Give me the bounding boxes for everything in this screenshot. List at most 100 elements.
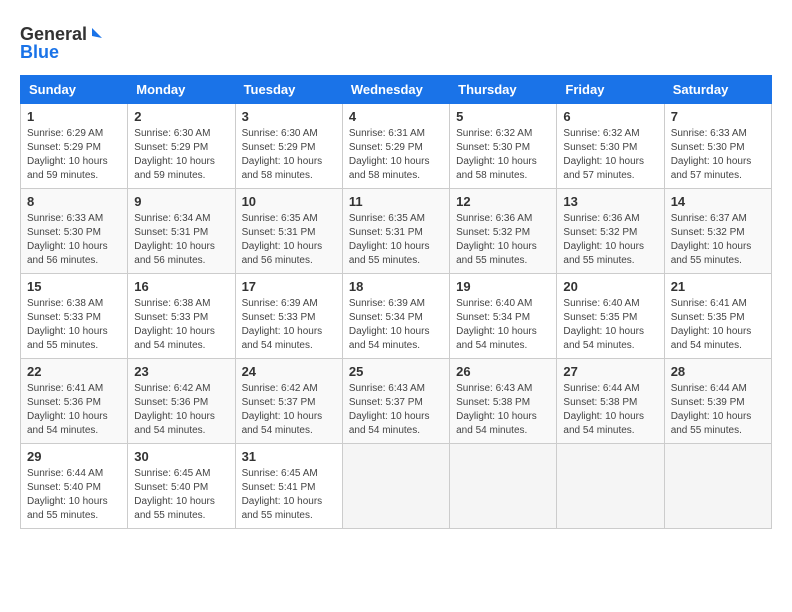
calendar-cell: 17 Sunrise: 6:39 AMSunset: 5:33 PMDayligh… bbox=[235, 274, 342, 359]
day-info: Sunrise: 6:32 AMSunset: 5:30 PMDaylight:… bbox=[456, 127, 550, 183]
day-info: Sunrise: 6:38 AMSunset: 5:33 PMDaylight:… bbox=[134, 297, 228, 353]
day-number: 18 bbox=[349, 279, 443, 294]
calendar-cell: 6Sunrise: 6:32 AMSunset: 5:30 PMDaylight… bbox=[557, 104, 664, 189]
day-info: Sunrise: 6:44 AMSunset: 5:39 PMDaylight:… bbox=[671, 382, 765, 438]
weekday-header: Wednesday bbox=[342, 76, 449, 104]
day-info: Sunrise: 6:33 AMSunset: 5:30 PMDaylight:… bbox=[27, 212, 121, 268]
calendar-cell: 31 Sunrise: 6:45 AMSunset: 5:41 PMDayligh… bbox=[235, 444, 342, 529]
day-info: Sunrise: 6:43 AMSunset: 5:37 PMDaylight:… bbox=[349, 382, 443, 438]
day-number: 29 bbox=[27, 449, 121, 464]
day-number: 21 bbox=[671, 279, 765, 294]
weekday-header: Thursday bbox=[450, 76, 557, 104]
day-number: 9 bbox=[134, 194, 228, 209]
day-number: 24 bbox=[242, 364, 336, 379]
logo-svg: GeneralBlue bbox=[20, 20, 110, 65]
day-info: Sunrise: 6:30 AMSunset: 5:29 PMDaylight:… bbox=[134, 127, 228, 183]
day-info: Sunrise: 6:33 AMSunset: 5:30 PMDaylight:… bbox=[671, 127, 765, 183]
day-info: Sunrise: 6:30 AMSunset: 5:29 PMDaylight:… bbox=[242, 127, 336, 183]
day-info: Sunrise: 6:39 AMSunset: 5:34 PMDaylight:… bbox=[349, 297, 443, 353]
day-number: 17 bbox=[242, 279, 336, 294]
weekday-header: Friday bbox=[557, 76, 664, 104]
day-info: Sunrise: 6:40 AMSunset: 5:35 PMDaylight:… bbox=[563, 297, 657, 353]
calendar-cell: 29Sunrise: 6:44 AMSunset: 5:40 PMDayligh… bbox=[21, 444, 128, 529]
svg-text:General: General bbox=[20, 24, 87, 44]
calendar-cell: 1 Sunrise: 6:29 AMSunset: 5:29 PMDaylight… bbox=[21, 104, 128, 189]
calendar-week-row: 22 Sunrise: 6:41 AMSunset: 5:36 PMDayligh… bbox=[21, 359, 772, 444]
day-info: Sunrise: 6:37 AMSunset: 5:32 PMDaylight:… bbox=[671, 212, 765, 268]
calendar-cell: 7 Sunrise: 6:33 AMSunset: 5:30 PMDaylight… bbox=[664, 104, 771, 189]
calendar-cell: 28 Sunrise: 6:44 AMSunset: 5:39 PMDayligh… bbox=[664, 359, 771, 444]
day-info: Sunrise: 6:38 AMSunset: 5:33 PMDaylight:… bbox=[27, 297, 121, 353]
day-number: 7 bbox=[671, 109, 765, 124]
calendar-cell: 25 Sunrise: 6:43 AMSunset: 5:37 PMDayligh… bbox=[342, 359, 449, 444]
day-info: Sunrise: 6:29 AMSunset: 5:29 PMDaylight:… bbox=[27, 127, 121, 183]
day-number: 6 bbox=[563, 109, 657, 124]
day-info: Sunrise: 6:42 AMSunset: 5:37 PMDaylight:… bbox=[242, 382, 336, 438]
calendar-cell: 21 Sunrise: 6:41 AMSunset: 5:35 PMDayligh… bbox=[664, 274, 771, 359]
calendar-cell: 15 Sunrise: 6:38 AMSunset: 5:33 PMDayligh… bbox=[21, 274, 128, 359]
calendar-cell: 16 Sunrise: 6:38 AMSunset: 5:33 PMDayligh… bbox=[128, 274, 235, 359]
day-number: 8 bbox=[27, 194, 121, 209]
logo: GeneralBlue bbox=[20, 20, 110, 65]
calendar-cell: 9 Sunrise: 6:34 AMSunset: 5:31 PMDaylight… bbox=[128, 189, 235, 274]
day-number: 28 bbox=[671, 364, 765, 379]
day-number: 1 bbox=[27, 109, 121, 124]
calendar-cell: 22 Sunrise: 6:41 AMSunset: 5:36 PMDayligh… bbox=[21, 359, 128, 444]
calendar-cell: 24 Sunrise: 6:42 AMSunset: 5:37 PMDayligh… bbox=[235, 359, 342, 444]
day-number: 2 bbox=[134, 109, 228, 124]
day-number: 13 bbox=[563, 194, 657, 209]
calendar-cell: 5 Sunrise: 6:32 AMSunset: 5:30 PMDaylight… bbox=[450, 104, 557, 189]
day-number: 19 bbox=[456, 279, 550, 294]
weekday-header: Tuesday bbox=[235, 76, 342, 104]
calendar-cell: 30Sunrise: 6:45 AMSunset: 5:40 PMDayligh… bbox=[128, 444, 235, 529]
day-number: 11 bbox=[349, 194, 443, 209]
calendar-header-row: SundayMondayTuesdayWednesdayThursdayFrid… bbox=[21, 76, 772, 104]
weekday-header: Saturday bbox=[664, 76, 771, 104]
calendar-week-row: 29Sunrise: 6:44 AMSunset: 5:40 PMDayligh… bbox=[21, 444, 772, 529]
calendar-cell: 2 Sunrise: 6:30 AMSunset: 5:29 PMDaylight… bbox=[128, 104, 235, 189]
calendar-table: SundayMondayTuesdayWednesdayThursdayFrid… bbox=[20, 75, 772, 529]
day-number: 16 bbox=[134, 279, 228, 294]
day-number: 15 bbox=[27, 279, 121, 294]
day-info: Sunrise: 6:36 AMSunset: 5:32 PMDaylight:… bbox=[563, 212, 657, 268]
day-number: 4 bbox=[349, 109, 443, 124]
calendar-cell: 4 Sunrise: 6:31 AMSunset: 5:29 PMDaylight… bbox=[342, 104, 449, 189]
svg-text:Blue: Blue bbox=[20, 42, 59, 62]
weekday-header: Monday bbox=[128, 76, 235, 104]
calendar-cell: 14 Sunrise: 6:37 AMSunset: 5:32 PMDayligh… bbox=[664, 189, 771, 274]
day-info: Sunrise: 6:40 AMSunset: 5:34 PMDaylight:… bbox=[456, 297, 550, 353]
weekday-header: Sunday bbox=[21, 76, 128, 104]
calendar-cell: 8 Sunrise: 6:33 AMSunset: 5:30 PMDaylight… bbox=[21, 189, 128, 274]
day-number: 10 bbox=[242, 194, 336, 209]
calendar-cell: 3 Sunrise: 6:30 AMSunset: 5:29 PMDaylight… bbox=[235, 104, 342, 189]
calendar-week-row: 8 Sunrise: 6:33 AMSunset: 5:30 PMDaylight… bbox=[21, 189, 772, 274]
calendar-week-row: 15 Sunrise: 6:38 AMSunset: 5:33 PMDayligh… bbox=[21, 274, 772, 359]
day-info: Sunrise: 6:41 AMSunset: 5:35 PMDaylight:… bbox=[671, 297, 765, 353]
day-number: 25 bbox=[349, 364, 443, 379]
day-number: 20 bbox=[563, 279, 657, 294]
day-info: Sunrise: 6:35 AMSunset: 5:31 PMDaylight:… bbox=[349, 212, 443, 268]
calendar-cell: 10 Sunrise: 6:35 AMSunset: 5:31 PMDayligh… bbox=[235, 189, 342, 274]
day-number: 22 bbox=[27, 364, 121, 379]
calendar-week-row: 1 Sunrise: 6:29 AMSunset: 5:29 PMDaylight… bbox=[21, 104, 772, 189]
day-info: Sunrise: 6:41 AMSunset: 5:36 PMDaylight:… bbox=[27, 382, 121, 438]
day-number: 5 bbox=[456, 109, 550, 124]
day-number: 12 bbox=[456, 194, 550, 209]
day-info: Sunrise: 6:34 AMSunset: 5:31 PMDaylight:… bbox=[134, 212, 228, 268]
day-number: 26 bbox=[456, 364, 550, 379]
day-info: Sunrise: 6:31 AMSunset: 5:29 PMDaylight:… bbox=[349, 127, 443, 183]
day-number: 27 bbox=[563, 364, 657, 379]
day-info: Sunrise: 6:35 AMSunset: 5:31 PMDaylight:… bbox=[242, 212, 336, 268]
day-number: 31 bbox=[242, 449, 336, 464]
day-number: 14 bbox=[671, 194, 765, 209]
calendar-cell: 27Sunrise: 6:44 AMSunset: 5:38 PMDayligh… bbox=[557, 359, 664, 444]
calendar-cell: 19 Sunrise: 6:40 AMSunset: 5:34 PMDayligh… bbox=[450, 274, 557, 359]
day-info: Sunrise: 6:42 AMSunset: 5:36 PMDaylight:… bbox=[134, 382, 228, 438]
day-info: Sunrise: 6:39 AMSunset: 5:33 PMDaylight:… bbox=[242, 297, 336, 353]
day-number: 23 bbox=[134, 364, 228, 379]
day-info: Sunrise: 6:45 AMSunset: 5:40 PMDaylight:… bbox=[134, 467, 228, 523]
calendar-cell bbox=[557, 444, 664, 529]
calendar-cell bbox=[450, 444, 557, 529]
day-info: Sunrise: 6:45 AMSunset: 5:41 PMDaylight:… bbox=[242, 467, 336, 523]
day-number: 3 bbox=[242, 109, 336, 124]
